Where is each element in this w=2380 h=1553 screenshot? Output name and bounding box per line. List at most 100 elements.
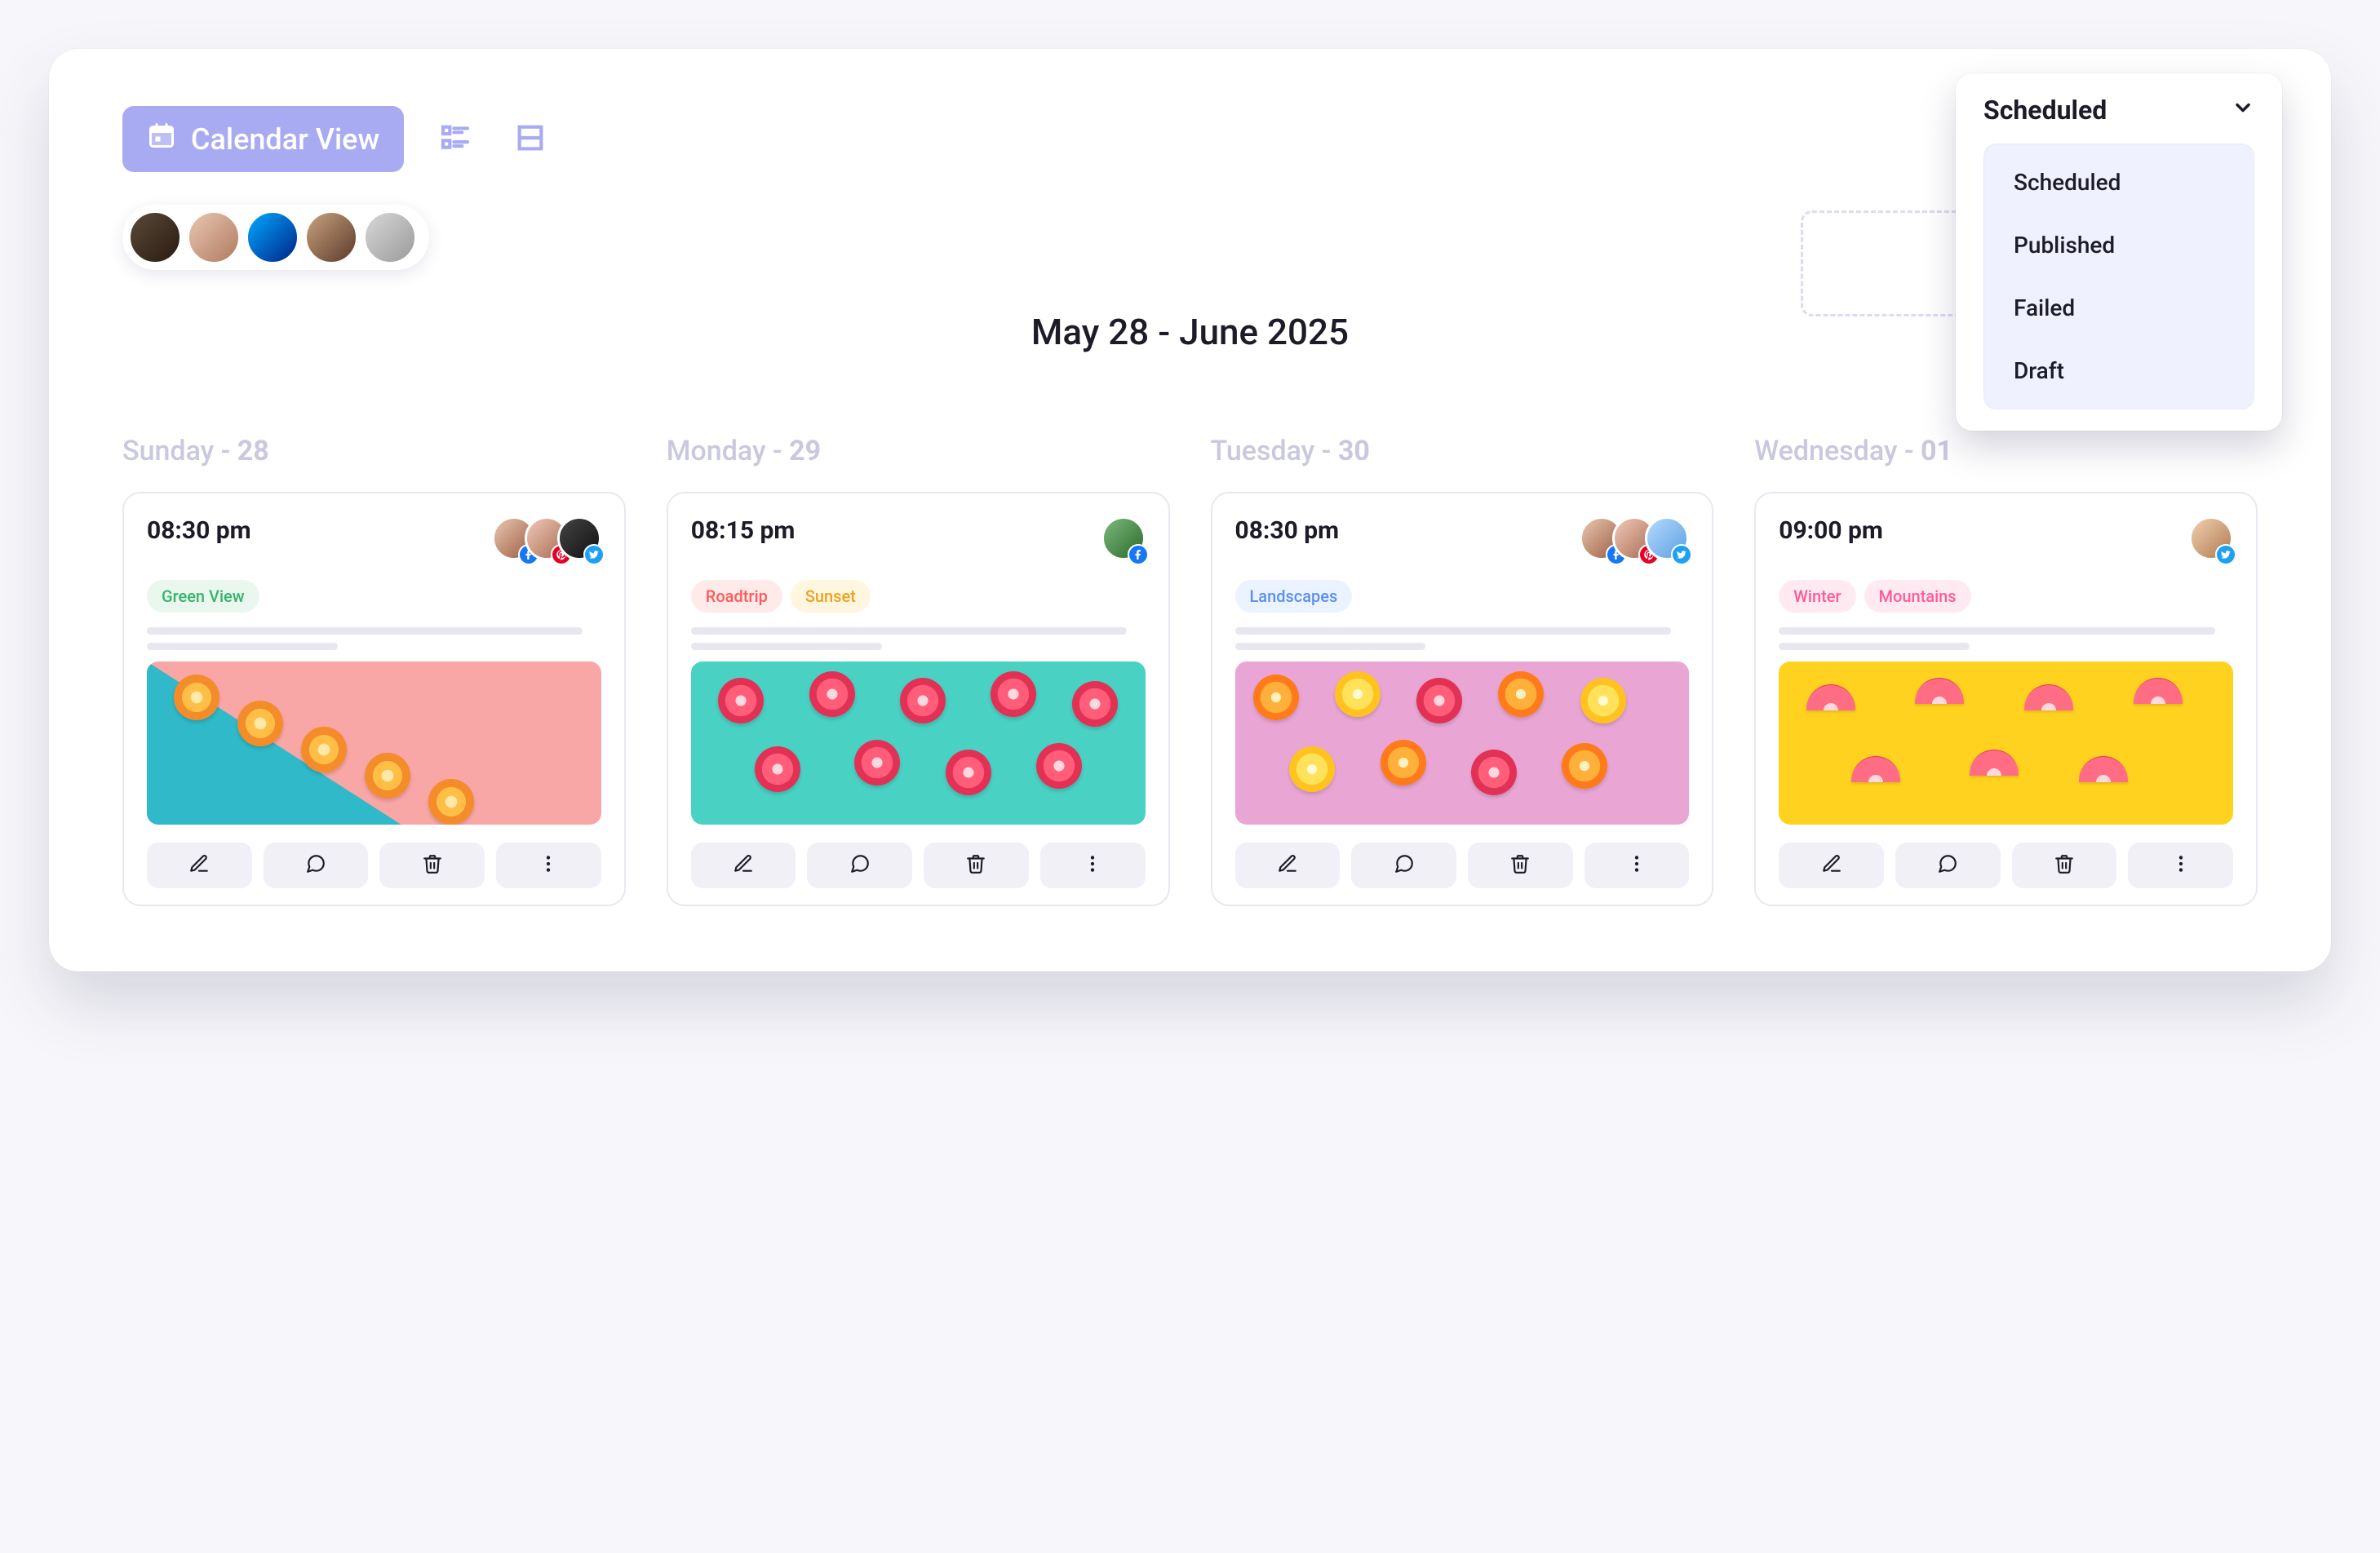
post-avatar[interactable] [1645, 516, 1689, 560]
feed-view-button[interactable] [507, 116, 554, 163]
delete-button[interactable] [924, 843, 1029, 888]
day-header: Sunday - 28 [122, 435, 626, 467]
avatar[interactable] [305, 211, 357, 263]
more-vertical-icon [2170, 853, 2192, 878]
day-weekday: Sunday [122, 435, 214, 467]
post-avatar[interactable] [2189, 516, 2233, 560]
day-weekday: Monday [667, 435, 766, 467]
more-vertical-icon [1082, 853, 1103, 878]
day-column: Sunday - 28 08:30 pm Green View [122, 435, 626, 906]
post-avatars [1580, 516, 1689, 560]
tag[interactable]: Mountains [1864, 580, 1971, 613]
comment-button[interactable] [1351, 843, 1456, 888]
status-option-draft[interactable]: Draft [1984, 339, 2254, 402]
chevron-down-icon [2232, 95, 2254, 126]
edit-icon [1821, 853, 1842, 878]
more-button[interactable] [2128, 843, 2233, 888]
post-actions [147, 843, 601, 888]
post-text-placeholder [1235, 627, 1690, 650]
day-number: 28 [237, 435, 269, 467]
status-filter-toggle[interactable]: Scheduled [1983, 95, 2254, 126]
post-text-placeholder [691, 627, 1146, 650]
day-number: 29 [789, 435, 821, 467]
comment-icon [1937, 853, 1958, 878]
post-avatar[interactable] [1101, 516, 1146, 560]
view-switcher: Calendar View [122, 106, 2258, 172]
tag[interactable]: Roadtrip [691, 580, 782, 613]
edit-button[interactable] [1779, 843, 1884, 888]
post-thumbnail [1235, 661, 1690, 825]
day-weekday: Tuesday [1211, 435, 1315, 467]
day-header: Monday - 29 [667, 435, 1170, 467]
more-button[interactable] [496, 843, 601, 888]
trash-icon [965, 853, 986, 878]
team-avatars[interactable] [122, 205, 429, 270]
comment-icon [305, 853, 326, 878]
post-thumbnail [147, 661, 601, 825]
post-actions [1235, 843, 1690, 888]
delete-button[interactable] [379, 843, 485, 888]
edit-icon [733, 853, 754, 878]
edit-button[interactable] [147, 843, 252, 888]
post-avatar[interactable] [557, 516, 601, 560]
more-button[interactable] [1584, 843, 1690, 888]
comment-button[interactable] [807, 843, 912, 888]
post-card[interactable]: 08:15 pm RoadtripSunset [667, 492, 1170, 906]
comment-button[interactable] [264, 843, 369, 888]
day-column: Wednesday - 01 09:00 pm WinterMountains [1754, 435, 2258, 906]
post-time: 08:30 pm [1235, 516, 1340, 545]
edit-button[interactable] [691, 843, 796, 888]
post-time: 09:00 pm [1779, 516, 1883, 545]
post-avatars [2189, 516, 2233, 560]
avatar[interactable] [246, 211, 299, 263]
post-thumbnail [1779, 661, 2233, 825]
tag[interactable]: Landscapes [1235, 580, 1353, 613]
post-card[interactable]: 08:30 pm Landscapes [1211, 492, 1714, 906]
edit-button[interactable] [1235, 843, 1341, 888]
app-window: Scheduled Scheduled Published Failed Dra… [49, 49, 2331, 971]
post-avatars [492, 516, 601, 560]
avatar[interactable] [129, 211, 181, 263]
post-card[interactable]: 09:00 pm Winter Mountains [1754, 492, 2258, 906]
post-tags: Landscapes [1235, 580, 1690, 613]
more-button[interactable] [1040, 843, 1146, 888]
trash-icon [2054, 853, 2075, 878]
more-vertical-icon [1626, 853, 1647, 878]
comment-button[interactable] [1895, 843, 2001, 888]
status-option-scheduled[interactable]: Scheduled [1984, 151, 2254, 214]
avatar[interactable] [188, 211, 240, 263]
twitter-icon [2215, 544, 2236, 565]
edit-icon [188, 853, 210, 878]
post-thumbnail [691, 661, 1146, 825]
post-actions [1779, 843, 2233, 888]
day-columns: Sunday - 28 08:30 pm Green View [122, 435, 2258, 906]
status-option-failed[interactable]: Failed [1984, 277, 2254, 339]
day-header: Tuesday - 30 [1211, 435, 1714, 467]
post-tags: Winter Mountains [1779, 580, 2233, 613]
calendar-icon [147, 121, 176, 157]
post-avatars [1101, 516, 1146, 560]
rows-icon [514, 122, 547, 157]
date-range-title: May 28 - June 2025 [122, 311, 2258, 353]
trash-icon [422, 853, 443, 878]
day-weekday: Wednesday [1754, 435, 1897, 467]
status-filter-selected: Scheduled [1983, 95, 2107, 126]
list-view-button[interactable] [432, 116, 479, 163]
comment-icon [849, 853, 871, 878]
delete-button[interactable] [1468, 843, 1573, 888]
more-vertical-icon [538, 853, 559, 878]
tag[interactable]: Sunset [791, 580, 871, 613]
tag[interactable]: Winter [1779, 580, 1855, 613]
post-tags: Roadtrip Sunset [691, 580, 1146, 613]
post-actions [691, 843, 1146, 888]
status-filter: Scheduled Scheduled Published Failed Dra… [1956, 73, 2282, 431]
day-column: Tuesday - 30 08:30 pm Landscapes [1211, 435, 1714, 906]
post-time: 08:30 pm [147, 516, 251, 545]
avatar[interactable] [364, 211, 416, 263]
tag[interactable]: Green View [147, 580, 259, 613]
delete-button[interactable] [2012, 843, 2117, 888]
calendar-view-button[interactable]: Calendar View [122, 106, 404, 172]
list-icon [439, 122, 472, 157]
status-option-published[interactable]: Published [1984, 214, 2254, 277]
post-card[interactable]: 08:30 pm Green View [122, 492, 626, 906]
